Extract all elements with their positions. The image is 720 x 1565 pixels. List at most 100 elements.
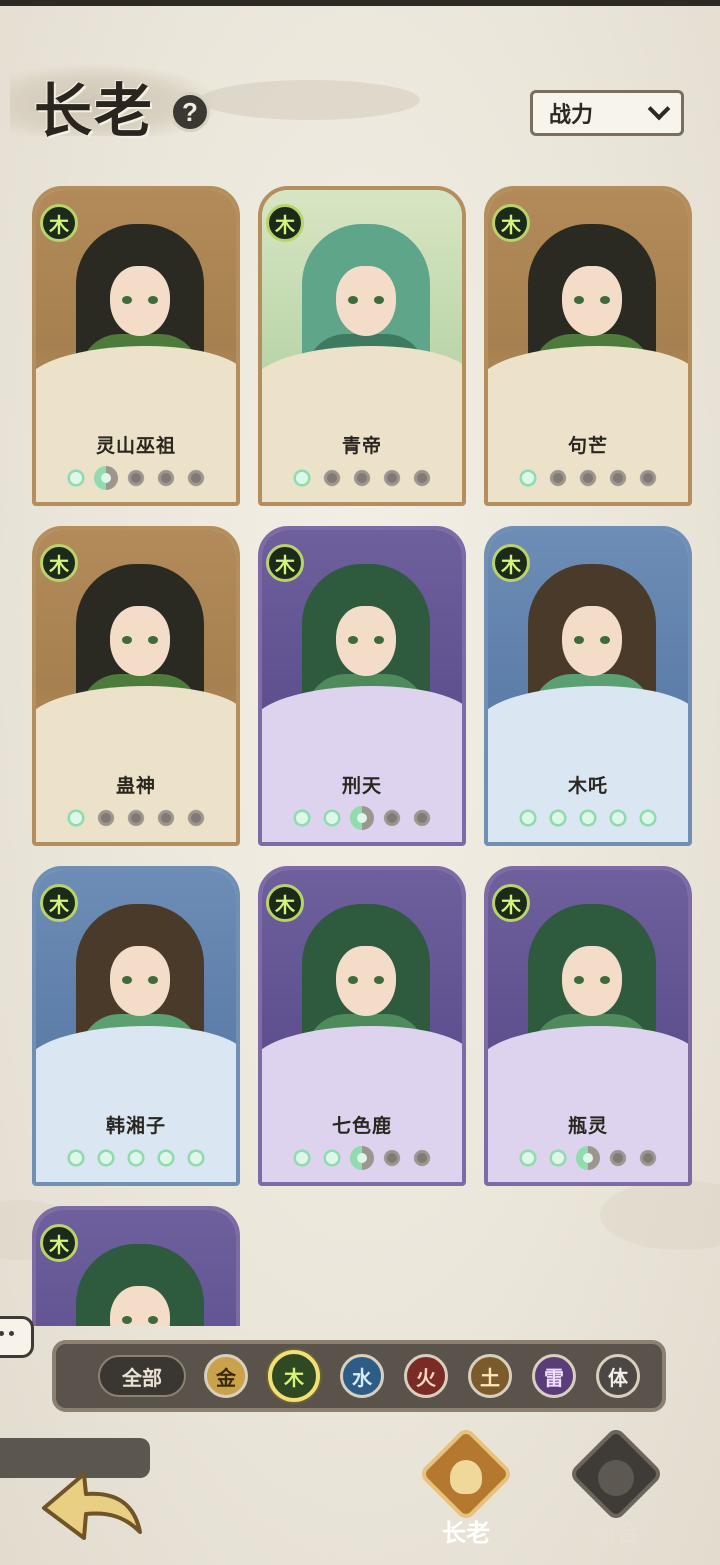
star-icon [575,1144,602,1171]
character-card[interactable]: 木七色鹿 [258,866,466,1186]
character-face [336,266,396,336]
star-icon [379,464,406,491]
filter-element-0[interactable]: 金 [204,1354,248,1398]
star-icon [289,804,316,831]
wood-element-badge: 木 [40,884,78,922]
wood-element-badge: 木 [266,544,304,582]
character-grid[interactable]: 木灵山巫祖木青帝木句芒木蛊神木刑天木木吒木韩湘子木七色鹿木瓶灵木 [32,186,692,1326]
star-icon [289,464,316,491]
star-icon [93,464,120,491]
star-icon [379,804,406,831]
star-icon [605,1144,632,1171]
help-button[interactable]: ? [170,92,210,132]
star-icon [93,1144,120,1171]
star-icon [153,804,180,831]
star-icon [515,464,542,491]
character-nameplate: 七色鹿 [262,1106,462,1142]
character-face [110,266,170,336]
filter-element-5[interactable]: 雷 [532,1354,576,1398]
character-face [110,606,170,676]
star-icon [545,1144,572,1171]
character-name: 句芒 [567,435,608,457]
wood-element-badge: 木 [40,1224,78,1262]
character-nameplate: 刑天 [262,766,462,802]
tab-combination-label: 组合 [592,1520,640,1547]
star-rating [36,1144,236,1174]
star-icon [575,464,602,491]
character-nameplate: 灵山巫祖 [36,426,236,462]
wood-element-badge: 木 [266,884,304,922]
filter-element-3[interactable]: 火 [404,1354,448,1398]
character-eye [148,296,158,304]
wood-element-badge: 木 [492,204,530,242]
star-icon [63,804,90,831]
star-icon [575,804,602,831]
character-eye [122,296,132,304]
character-name: 瓶灵 [567,1115,608,1137]
star-rating [488,464,688,494]
character-card[interactable]: 木蛊神 [32,526,240,846]
star-icon [123,1144,150,1171]
star-rating [36,804,236,834]
character-card[interactable]: 木青帝 [258,186,466,506]
star-rating [262,1144,462,1174]
star-rating [36,464,236,494]
back-arrow-icon[interactable] [36,1460,146,1550]
character-eye [148,976,158,984]
page-title: 长老 [34,77,155,145]
character-eye [122,1316,132,1324]
character-card[interactable]: 木句芒 [484,186,692,506]
star-icon [183,1144,210,1171]
star-icon [319,804,346,831]
star-icon [605,464,632,491]
star-icon [63,464,90,491]
star-icon [409,464,436,491]
sort-dropdown[interactable]: 战力 [530,90,684,136]
star-icon [123,464,150,491]
character-card[interactable]: 木瓶灵 [484,866,692,1186]
star-icon [93,804,120,831]
character-figure [66,1244,214,1326]
filter-element-2[interactable]: 水 [340,1354,384,1398]
character-face [562,946,622,1016]
tab-combination[interactable]: 组合 [567,1425,665,1550]
filter-element-6[interactable]: 体 [596,1354,640,1398]
character-card[interactable]: 木 [32,1206,240,1326]
bottom-navigation: 长老 组合 [0,1425,720,1565]
elder-figure-icon [450,1460,482,1494]
character-card[interactable]: 木刑天 [258,526,466,846]
character-name: 韩湘子 [105,1115,166,1137]
tab-elders-label: 长老 [442,1520,490,1547]
filter-all-button[interactable]: 全部 [98,1355,186,1397]
character-card[interactable]: 木木吒 [484,526,692,846]
chat-button[interactable] [0,1316,34,1358]
filter-element-4[interactable]: 土 [468,1354,512,1398]
character-eye [122,976,132,984]
star-icon [545,464,572,491]
star-icon [635,804,662,831]
combination-figure-icon [598,1460,634,1496]
wood-element-badge: 木 [492,544,530,582]
character-face [562,606,622,676]
character-eye [348,976,358,984]
filter-element-1[interactable]: 木 [268,1350,320,1402]
sort-dropdown-label: 战力 [549,102,594,127]
star-rating [262,804,462,834]
character-name: 蛊神 [115,775,156,797]
character-name: 七色鹿 [331,1115,392,1137]
character-eye [574,296,584,304]
character-eye [348,636,358,644]
element-filter-group: 金木水火土雷体 [204,1350,640,1402]
star-icon [515,1144,542,1171]
star-icon [349,804,376,831]
star-icon [183,464,210,491]
character-card[interactable]: 木灵山巫祖 [32,186,240,506]
chevron-down-icon [647,97,671,121]
star-icon [153,1144,180,1171]
wood-element-badge: 木 [40,544,78,582]
tab-elders[interactable]: 长老 [417,1425,515,1550]
star-icon [635,464,662,491]
top-edge [0,0,720,6]
character-card[interactable]: 木韩湘子 [32,866,240,1186]
character-nameplate: 青帝 [262,426,462,462]
